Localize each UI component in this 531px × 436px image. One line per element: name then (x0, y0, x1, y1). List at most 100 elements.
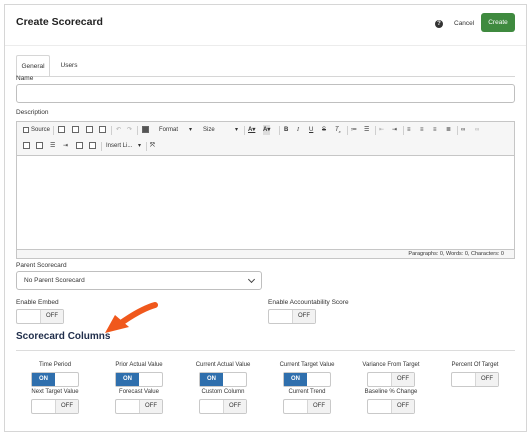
source-icon[interactable] (23, 127, 29, 133)
chevron-down-icon: ▾ (235, 127, 239, 133)
parent-scorecard-select[interactable]: No Parent Scorecard (16, 271, 262, 290)
remove-format-icon[interactable]: Tx (335, 125, 341, 135)
toggle-on-state: ON (32, 373, 55, 386)
document-icon[interactable] (89, 142, 96, 149)
toolbar-separator (375, 126, 376, 135)
link-icon[interactable]: ∞ (461, 125, 465, 135)
indent-icon[interactable]: ⇥ (392, 125, 397, 135)
create-scorecard-dialog: Create Scorecard ? Cancel Create General… (4, 4, 527, 432)
current-target-value-toggle[interactable]: ON (283, 372, 331, 387)
insert-link-dropdown[interactable]: Insert Li... (106, 141, 132, 151)
tab-divider (16, 76, 515, 77)
column-label-prior-actual-value: Prior Actual Value (115, 362, 163, 368)
editor-content-area[interactable] (17, 156, 514, 248)
column-label-forecast-value: Forecast Value (119, 389, 159, 395)
column-label-baseline-change: Baseline % Change (364, 389, 418, 395)
numbered-list-icon[interactable]: ≔ (351, 125, 357, 135)
toolbar-separator (244, 126, 245, 135)
toggle-off-state: OFF (139, 400, 162, 413)
bulleted-list-icon[interactable]: ☰ (364, 125, 369, 135)
justify-icon[interactable]: ≣ (446, 125, 451, 135)
toggle-off-state: OFF (292, 310, 315, 323)
percent-of-target-toggle[interactable]: OFF (451, 372, 499, 387)
chevron-down-icon: ▾ (138, 143, 142, 149)
toggle-on-state: ON (284, 373, 307, 386)
media-icon[interactable] (76, 142, 83, 149)
variance-from-target-toggle[interactable]: OFF (367, 372, 415, 387)
align-center-icon[interactable]: ≡ (420, 125, 424, 135)
time-period-toggle[interactable]: ON (31, 372, 79, 387)
current-actual-value-toggle[interactable]: ON (199, 372, 247, 387)
baseline-change-toggle[interactable]: OFF (367, 399, 415, 414)
custom-column-toggle[interactable]: OFF (199, 399, 247, 414)
prior-actual-value-toggle[interactable]: ON (115, 372, 163, 387)
align-right-icon[interactable]: ≡ (433, 125, 437, 135)
editor-statusbar: Paragraphs: 0, Words: 0, Characters: 0 (17, 249, 514, 258)
enable-embed-label: Enable Embed (16, 299, 59, 306)
strike-icon[interactable]: S (322, 125, 326, 135)
toggle-off-state: OFF (391, 400, 414, 413)
editor-toolbar: Source ↶ ↷ Format ▾ Size ▾ A▾ A▾ B I U S… (17, 122, 514, 156)
toggle-off-state: OFF (391, 373, 414, 386)
toggle-off-state: OFF (40, 310, 63, 323)
outdent-icon[interactable]: ⇤ (379, 125, 384, 135)
align-left-icon[interactable]: ≡ (407, 125, 411, 135)
toolbar-separator (53, 126, 54, 135)
toggle-off-state: OFF (475, 373, 498, 386)
template-icon[interactable] (142, 126, 149, 133)
create-button[interactable]: Create (481, 13, 515, 32)
annotation-arrow-icon (105, 302, 158, 333)
paste-text-icon[interactable] (99, 126, 106, 133)
enable-embed-toggle[interactable]: OFF (16, 309, 64, 324)
maximize-icon[interactable]: ⤧ (150, 141, 155, 151)
anchor-icon[interactable]: ⇥ (63, 141, 68, 151)
toolbar-separator (279, 126, 280, 135)
source-button[interactable]: Source (31, 125, 50, 135)
print-icon[interactable] (58, 126, 65, 133)
column-label-time-period: Time Period (38, 362, 72, 368)
toolbar-separator (347, 126, 348, 135)
underline-icon[interactable]: U (309, 125, 313, 135)
horizontal-rule-icon[interactable]: ☰ (50, 141, 55, 151)
redo-icon[interactable]: ↷ (127, 125, 132, 135)
header-divider (5, 45, 526, 46)
table-icon[interactable] (36, 142, 43, 149)
toggle-on-state: ON (116, 373, 139, 386)
toolbar-separator (101, 142, 102, 151)
scorecard-columns-heading: Scorecard Columns (16, 331, 111, 342)
toggle-off-state: OFF (223, 400, 246, 413)
toolbar-separator (403, 126, 404, 135)
toolbar-separator (146, 142, 147, 151)
name-label: Name (16, 75, 34, 82)
image-icon[interactable] (23, 142, 30, 149)
undo-icon[interactable]: ↶ (116, 125, 121, 135)
enable-accountability-toggle[interactable]: OFF (268, 309, 316, 324)
tab-users[interactable]: Users (54, 55, 84, 77)
column-label-percent-of-target: Percent Of Target (451, 362, 499, 368)
font-color-icon[interactable]: A▾ (248, 125, 255, 135)
copy-icon[interactable] (72, 126, 79, 133)
bold-icon[interactable]: B (284, 125, 288, 135)
name-field[interactable] (16, 84, 515, 103)
toolbar-separator (457, 126, 458, 135)
page-title: Create Scorecard (16, 16, 103, 28)
question-circle-icon[interactable]: ? (435, 20, 443, 28)
paste-icon[interactable] (86, 126, 93, 133)
italic-icon[interactable]: I (297, 125, 299, 135)
dialog-header: Create Scorecard ? Cancel Create (5, 5, 526, 45)
forecast-value-toggle[interactable]: OFF (115, 399, 163, 414)
unlink-icon[interactable]: ∞ (475, 125, 479, 135)
tab-general[interactable]: General (16, 55, 50, 77)
size-dropdown[interactable]: Size (203, 125, 215, 135)
column-label-current-actual-value: Current Actual Value (195, 362, 251, 368)
next-target-value-toggle[interactable]: OFF (31, 399, 79, 414)
column-label-current-target-value: Current Target Value (279, 362, 335, 368)
background-color-icon[interactable]: A▾ (263, 125, 271, 135)
format-dropdown[interactable]: Format (159, 125, 178, 135)
parent-scorecard-label: Parent Scorecard (16, 262, 67, 269)
column-label-custom-column: Custom Column (201, 389, 245, 395)
toolbar-separator (137, 126, 138, 135)
cancel-button[interactable]: Cancel (454, 17, 474, 31)
column-label-current-trend: Current Trend (288, 389, 326, 395)
current-trend-toggle[interactable]: OFF (283, 399, 331, 414)
